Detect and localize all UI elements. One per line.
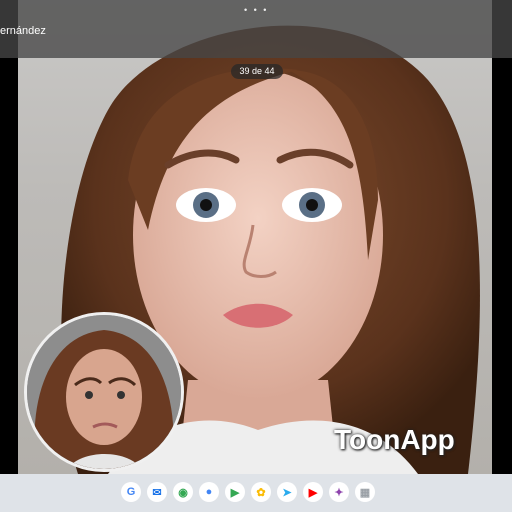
chrome-icon[interactable]: ◉ [173,482,193,502]
original-photo-inset [24,312,184,472]
assistant-icon[interactable]: ● [199,482,219,502]
letterbox-left [0,0,18,474]
play-store-icon[interactable]: ▶ [225,482,245,502]
google-icon[interactable]: G [121,482,141,502]
photos-icon[interactable]: ✿ [251,482,271,502]
letterbox-right [492,0,512,474]
original-portrait-illustration [27,315,181,469]
photo-viewer[interactable]: • • • ernández 39 de 44 ToonApp [0,0,512,474]
gemini-icon[interactable]: ✦ [329,482,349,502]
more-options-icon[interactable]: • • • [244,5,268,15]
app-dock: G ✉ ◉ ● ▶ ✿ ➤ ▶ ✦ ▦ [121,482,375,504]
toonapp-watermark: ToonApp [334,424,455,455]
photo-owner-name: ernández [0,25,46,37]
messages-icon[interactable]: ✉ [147,482,167,502]
youtube-icon[interactable]: ▶ [303,482,323,502]
photo-counter: 39 de 44 [231,64,283,79]
app-drawer-icon[interactable]: ▦ [355,482,375,502]
telegram-icon[interactable]: ➤ [277,482,297,502]
